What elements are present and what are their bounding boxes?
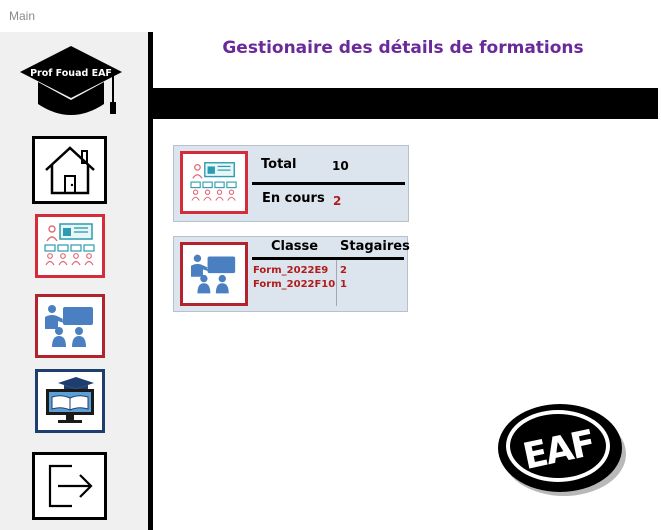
page-title: Gestionaire des détails de formations — [222, 38, 584, 58]
eaf-brand-logo: EAF — [492, 392, 630, 502]
classe-cell: Form_2022E9 — [253, 265, 329, 276]
stats-divider — [252, 182, 405, 185]
column-header-classe: Classe — [271, 239, 319, 254]
stats-card: Total 10 En cours 2 — [173, 145, 409, 222]
classes-card-icon-frame — [180, 242, 248, 306]
column-header-stagaires: Stagaires — [340, 239, 410, 254]
nav-classes-button[interactable] — [35, 294, 105, 358]
nav-elearning-button[interactable] — [35, 369, 105, 433]
total-value: 10 — [332, 159, 349, 173]
home-icon — [44, 146, 95, 195]
window-titlebar: Main — [0, 0, 661, 32]
classe-cell: Form_2022F10 — [253, 279, 336, 290]
classes-column-divider — [336, 260, 337, 306]
stagaires-cell: 1 — [340, 279, 347, 290]
encours-label: En cours — [262, 191, 325, 206]
monitor-book-icon — [46, 377, 94, 423]
encours-value: 2 — [333, 194, 342, 208]
nav-formations-button[interactable] — [35, 214, 105, 278]
classroom-icon — [44, 223, 95, 266]
logo-text: Prof Fouad EAF — [30, 68, 112, 79]
total-label: Total — [261, 157, 297, 172]
teacher-icon — [191, 254, 236, 294]
classroom-icon — [190, 161, 237, 201]
exit-icon — [48, 464, 93, 508]
classes-card: Classe Stagaires Form_2022E9 2 Form_2022… — [173, 236, 410, 312]
teacher-icon — [45, 305, 93, 347]
graduation-cap-logo: Prof Fouad EAF — [18, 44, 124, 120]
window-title: Main — [9, 9, 36, 23]
nav-exit-button[interactable] — [32, 452, 107, 520]
stagaires-cell: 2 — [340, 265, 347, 276]
stats-card-icon-frame — [180, 151, 248, 214]
classes-header-divider — [252, 257, 404, 260]
nav-home-button[interactable] — [32, 136, 107, 204]
header-bar — [153, 88, 658, 119]
